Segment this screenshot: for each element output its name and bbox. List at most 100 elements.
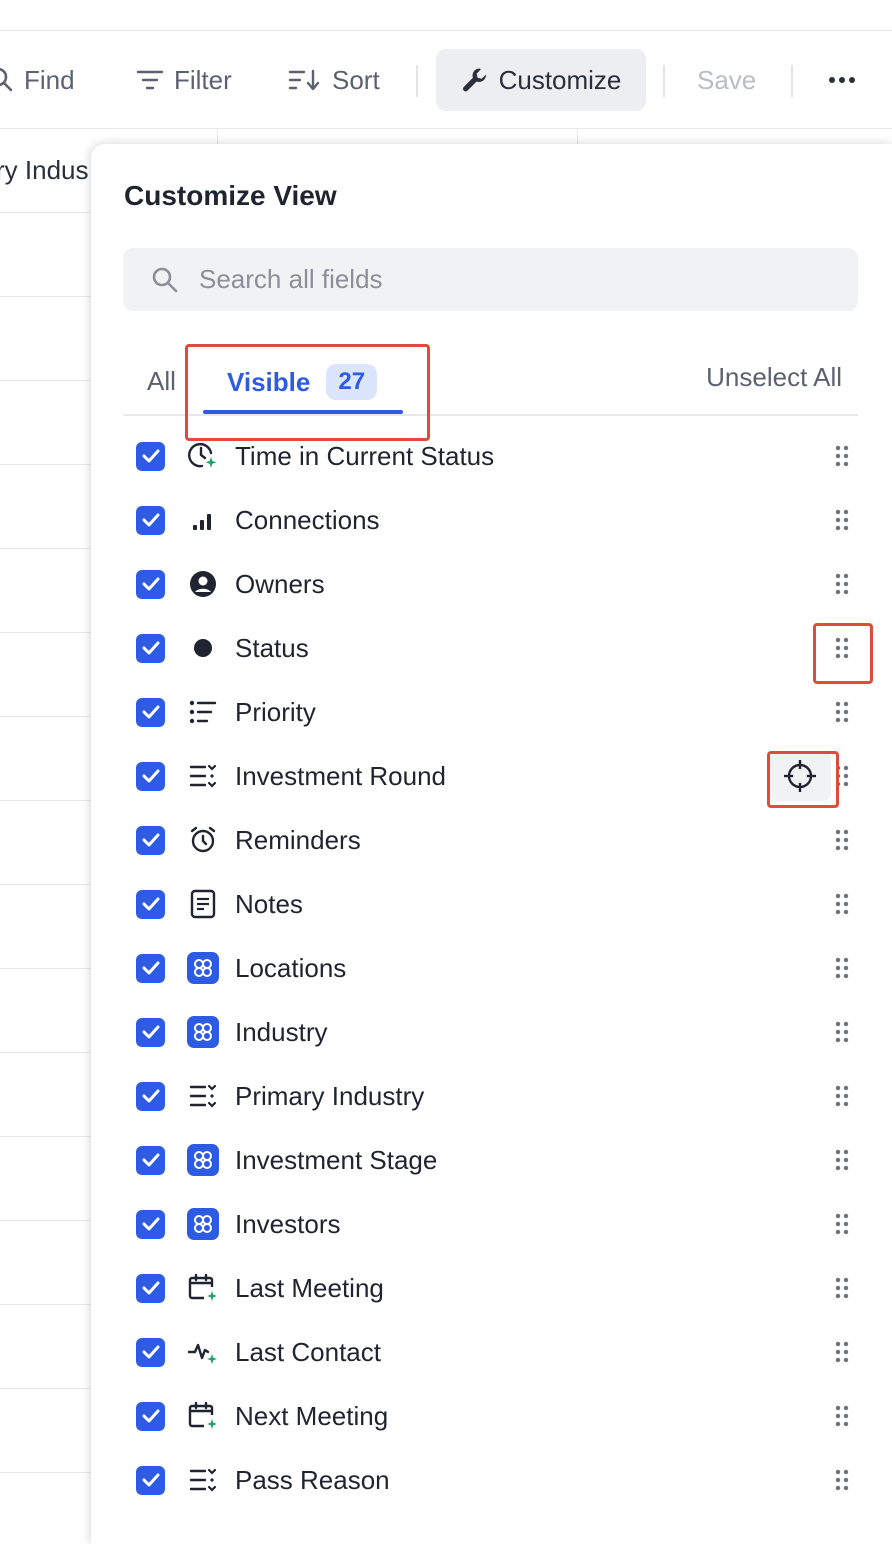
field-label: Owners bbox=[235, 568, 325, 599]
list-icon bbox=[187, 696, 219, 728]
drag-handle-icon[interactable] bbox=[835, 1277, 849, 1299]
customize-label: Customize bbox=[498, 64, 622, 95]
field-checkbox[interactable] bbox=[136, 569, 165, 599]
field-row-connections[interactable]: Connections bbox=[123, 488, 858, 552]
grid-badge-icon bbox=[187, 1208, 219, 1240]
table-row-divider bbox=[0, 1472, 95, 1473]
field-label: Industry bbox=[235, 1016, 328, 1047]
table-row-divider bbox=[0, 380, 95, 381]
field-label: Investment Round bbox=[235, 760, 447, 791]
drag-handle-icon[interactable] bbox=[835, 573, 849, 595]
more-options-button[interactable] bbox=[828, 49, 856, 111]
filter-button[interactable]: Filter bbox=[136, 49, 232, 111]
field-row-notes[interactable]: Notes bbox=[123, 872, 858, 936]
field-checkbox[interactable] bbox=[136, 441, 165, 471]
drag-handle-icon[interactable] bbox=[835, 1021, 849, 1043]
tab-all[interactable]: All bbox=[147, 366, 176, 397]
field-row-next-meeting[interactable]: Next Meeting bbox=[123, 1384, 858, 1448]
checkmark-icon bbox=[142, 1473, 159, 1487]
table-row-divider bbox=[0, 212, 95, 213]
field-checkbox[interactable] bbox=[136, 1209, 165, 1239]
field-list: Time in Current Status Connections Owner… bbox=[123, 424, 858, 1512]
field-row-owners[interactable]: Owners bbox=[123, 552, 858, 616]
field-row-status[interactable]: Status bbox=[123, 616, 858, 680]
drag-handle-icon[interactable] bbox=[835, 701, 849, 723]
dot-icon bbox=[187, 632, 219, 664]
field-row-primary-industry[interactable]: Primary Industry bbox=[123, 1064, 858, 1128]
find-button[interactable]: Find bbox=[0, 49, 75, 111]
field-checkbox[interactable] bbox=[136, 889, 165, 919]
customize-button[interactable]: Customize bbox=[436, 49, 646, 111]
table-header-border bbox=[0, 128, 892, 129]
field-checkbox[interactable] bbox=[136, 1401, 165, 1431]
highlight-visible-tab bbox=[185, 344, 430, 441]
field-label: Last Contact bbox=[235, 1336, 381, 1367]
sort-icon bbox=[288, 68, 322, 92]
field-label: Investors bbox=[235, 1208, 341, 1239]
unselect-all-button[interactable]: Unselect All bbox=[706, 362, 842, 393]
drag-handle-icon[interactable] bbox=[835, 1085, 849, 1107]
save-button[interactable]: Save bbox=[697, 49, 756, 111]
drag-handle-icon[interactable] bbox=[835, 1149, 849, 1171]
table-row-divider bbox=[0, 1220, 95, 1221]
field-row-priority[interactable]: Priority bbox=[123, 680, 858, 744]
field-checkbox[interactable] bbox=[136, 1017, 165, 1047]
field-checkbox[interactable] bbox=[136, 825, 165, 855]
toolbar-divider bbox=[416, 65, 418, 97]
drag-handle-icon[interactable] bbox=[835, 509, 849, 531]
checkmark-icon bbox=[142, 577, 159, 591]
table-row-divider bbox=[0, 968, 95, 969]
drag-handle-icon[interactable] bbox=[835, 957, 849, 979]
grid-badge-icon bbox=[187, 952, 219, 984]
field-checkbox[interactable] bbox=[136, 1081, 165, 1111]
sort-label: Sort bbox=[332, 64, 380, 95]
drag-handle-icon[interactable] bbox=[835, 1405, 849, 1427]
field-checkbox[interactable] bbox=[136, 633, 165, 663]
field-label: Time in Current Status bbox=[235, 440, 495, 471]
checkmark-icon bbox=[142, 1409, 159, 1423]
more-horizontal-icon bbox=[828, 76, 856, 84]
drag-handle-icon[interactable] bbox=[835, 1469, 849, 1491]
field-row-reminders[interactable]: Reminders bbox=[123, 808, 858, 872]
alarm-clock-icon bbox=[187, 824, 219, 856]
clock-sparkle-icon bbox=[187, 440, 219, 472]
drag-handle-icon[interactable] bbox=[835, 445, 849, 467]
field-row-last-contact[interactable]: Last Contact bbox=[123, 1320, 858, 1384]
field-search[interactable] bbox=[123, 248, 858, 311]
select-list-icon bbox=[187, 760, 219, 792]
field-checkbox[interactable] bbox=[136, 1465, 165, 1495]
field-label: Notes bbox=[235, 888, 303, 919]
drag-handle-icon[interactable] bbox=[835, 1341, 849, 1363]
table-row-divider bbox=[0, 1052, 95, 1053]
field-checkbox[interactable] bbox=[136, 1145, 165, 1175]
field-checkbox[interactable] bbox=[136, 505, 165, 535]
field-checkbox[interactable] bbox=[136, 761, 165, 791]
highlight-crosshair-target bbox=[767, 751, 839, 808]
field-row-locations[interactable]: Locations bbox=[123, 936, 858, 1000]
field-label: Pass Reason bbox=[235, 1464, 390, 1495]
drag-handle-icon[interactable] bbox=[835, 1213, 849, 1235]
checkmark-icon bbox=[142, 449, 159, 463]
drag-handle-icon[interactable] bbox=[835, 829, 849, 851]
field-row-last-meeting[interactable]: Last Meeting bbox=[123, 1256, 858, 1320]
checkmark-icon bbox=[142, 769, 159, 783]
toolbar-divider bbox=[791, 65, 793, 97]
calendar-sparkle-icon bbox=[187, 1272, 219, 1304]
search-input[interactable] bbox=[197, 263, 801, 296]
field-row-investment-stage[interactable]: Investment Stage bbox=[123, 1128, 858, 1192]
highlight-status-drag-handle bbox=[813, 623, 873, 684]
field-checkbox[interactable] bbox=[136, 1337, 165, 1367]
checkmark-icon bbox=[142, 641, 159, 655]
field-checkbox[interactable] bbox=[136, 953, 165, 983]
field-checkbox[interactable] bbox=[136, 1273, 165, 1303]
select-list-icon bbox=[187, 1080, 219, 1112]
panel-title: Customize View bbox=[124, 180, 337, 211]
sort-button[interactable]: Sort bbox=[288, 49, 380, 111]
field-row-investment-round[interactable]: Investment Round bbox=[123, 744, 858, 808]
column-header-primary-industry[interactable]: ry Indus bbox=[0, 155, 89, 186]
drag-handle-icon[interactable] bbox=[835, 893, 849, 915]
field-row-investors[interactable]: Investors bbox=[123, 1192, 858, 1256]
field-row-industry[interactable]: Industry bbox=[123, 1000, 858, 1064]
field-checkbox[interactable] bbox=[136, 697, 165, 727]
field-row-pass-reason[interactable]: Pass Reason bbox=[123, 1448, 858, 1512]
